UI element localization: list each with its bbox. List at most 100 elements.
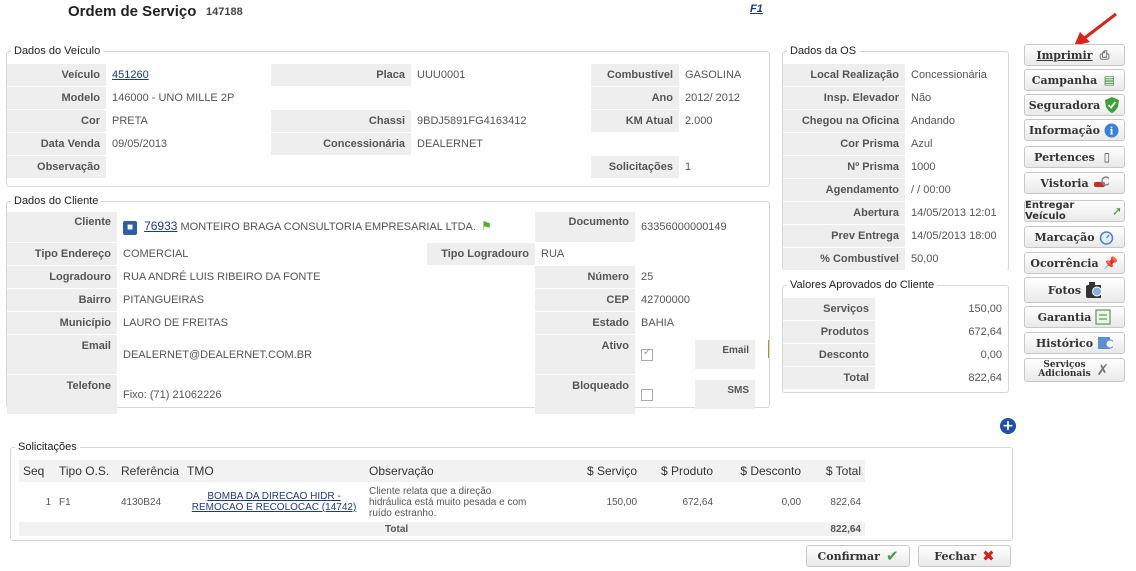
cell-tipo: F1: [59, 496, 71, 508]
value-cep: 42700000: [635, 289, 769, 312]
requests-panel-legend: Solicitações: [15, 441, 80, 453]
os-table: Local Realização Concessionária Insp. Elev…: [783, 64, 1008, 271]
client-name: MONTEIRO BRAGA CONSULTORIA EMPRESARIAL L…: [180, 221, 476, 234]
label-cliente: Cliente: [7, 212, 117, 243]
os-value: 1000: [905, 156, 1008, 179]
col-servico: $ Serviço: [565, 460, 642, 482]
marking-button[interactable]: Marcação: [1024, 226, 1125, 248]
insurer-button[interactable]: Seguradora: [1024, 94, 1125, 116]
shield-icon: [1104, 97, 1120, 113]
contact-card-icon[interactable]: ■: [123, 220, 137, 235]
pushpin-icon: 📌: [1103, 256, 1119, 270]
value-placa: UUU0001: [411, 64, 591, 87]
cell-produto: 672,64: [682, 496, 714, 508]
os-label: Abertura: [783, 202, 905, 225]
photos-button[interactable]: Fotos: [1024, 277, 1125, 303]
requests-header-row: Seq Tipo O.S. Referência TMO Observação …: [19, 460, 865, 482]
label-veiculo: Veículo: [7, 64, 106, 87]
val-value: 150,00: [875, 298, 1008, 321]
value-estado: BAHIA: [635, 312, 769, 335]
os-row: Chegou na Oficina Andando: [783, 110, 1008, 133]
additional-services-button[interactable]: Serviços Adicionais ✗: [1024, 358, 1125, 382]
camera-icon: [1085, 282, 1102, 298]
bloqueado-checkbox[interactable]: [641, 388, 654, 401]
os-label: Chegou na Oficina: [783, 110, 905, 133]
certificate-icon: [1095, 309, 1111, 325]
campaign-button[interactable]: Campanha ▤: [1024, 69, 1125, 91]
os-row: Abertura 14/05/2013 12:01: [783, 202, 1008, 225]
tmo-link[interactable]: BOMBA DA DIRECAO HIDR - REMOCAO E RECOLOC…: [192, 491, 357, 513]
value-tipo-logradouro: RUA: [535, 243, 769, 266]
value-bairro: PITANGUEIRAS: [117, 289, 536, 312]
os-label: Nº Prisma: [783, 156, 905, 179]
col-seq: Seq: [19, 460, 55, 482]
os-value: Não: [905, 87, 1008, 110]
val-row: Produtos 672,64: [783, 321, 1008, 344]
val-value: 0,00: [875, 344, 1008, 367]
belongings-button[interactable]: Pertences ▯: [1024, 146, 1125, 168]
label-observacao: Observação: [7, 156, 106, 179]
email-envelope-icon[interactable]: ✉: [768, 340, 769, 358]
occurrence-button[interactable]: Ocorrência 📌: [1024, 252, 1125, 274]
inspection-button[interactable]: Vistoria: [1024, 172, 1125, 194]
value-telefone: Fixo: (71) 21062226: [117, 375, 536, 415]
os-label: % Combustível: [783, 248, 905, 271]
col-produto: $ Produto: [641, 460, 718, 482]
table-row[interactable]: 1 F1 4130B24 BOMBA DA DIRECAO HIDR - REMO…: [19, 482, 865, 522]
val-label: Produtos: [783, 321, 875, 344]
col-tipo-os: Tipo O.S.: [55, 460, 117, 482]
label-solicitacoes: Solicitações: [591, 156, 679, 179]
warranty-button[interactable]: Garantia: [1024, 306, 1125, 328]
value-tipo-endereco: COMERCIAL: [117, 243, 427, 266]
label-tipo-logradouro: Tipo Logradouro: [427, 243, 536, 266]
history-button[interactable]: Histórico: [1024, 332, 1125, 354]
value-ano: 2012/ 2012: [679, 87, 769, 110]
printer-icon: ⎙: [1099, 47, 1110, 62]
ativo-checkbox[interactable]: [641, 347, 654, 361]
approved-values-panel: Valores Aprovados do Cliente Serviços 150…: [782, 279, 1009, 393]
label-estado: Estado: [535, 312, 636, 335]
label-cor: Cor: [7, 110, 106, 133]
val-label: Serviços: [783, 298, 875, 321]
info-icon: i: [1104, 122, 1120, 138]
vehicle-table: Veículo 451260 Placa UUU0001 Combustível…: [7, 64, 769, 179]
os-label: Agendamento: [783, 179, 905, 202]
add-icon[interactable]: +: [1000, 418, 1016, 434]
close-button[interactable]: Fechar ✖: [918, 545, 1011, 567]
label-km: KM Atual: [591, 110, 679, 133]
total-value: 822,64: [830, 523, 861, 535]
col-observacao: Observação: [365, 460, 566, 482]
flag-icon[interactable]: ⚑: [481, 219, 492, 233]
page-title: Ordem de Serviço: [68, 3, 197, 20]
os-row: % Combustível 50,00: [783, 248, 1008, 271]
print-button[interactable]: Imprimir ⎙: [1024, 44, 1125, 66]
client-panel: Dados do Cliente Cliente ■ 76933 MONTEIR…: [6, 195, 770, 415]
os-row: Insp. Elevador Não: [783, 87, 1008, 110]
os-value: 50,00: [905, 248, 1008, 271]
os-value: Andando: [905, 110, 1008, 133]
deliver-vehicle-button[interactable]: Entregar Veículo ➚: [1024, 200, 1125, 222]
client-code-link[interactable]: 76933: [144, 219, 177, 233]
information-button[interactable]: Informação i: [1024, 119, 1125, 141]
stopwatch-icon: [1099, 229, 1115, 245]
label-tipo-endereco: Tipo Endereço: [7, 243, 117, 266]
confirm-button[interactable]: Confirmar ✔: [806, 545, 910, 567]
os-label: Cor Prisma: [783, 133, 905, 156]
vehicle-link[interactable]: 451260: [112, 69, 149, 81]
os-number: 147188: [206, 6, 243, 18]
label-data-venda: Data Venda: [7, 133, 106, 156]
os-row: Nº Prisma 1000: [783, 156, 1008, 179]
checkmark-icon: ✔: [885, 547, 899, 565]
label-bloqueado: Bloqueado: [535, 375, 636, 415]
close-icon: ✖: [982, 547, 995, 565]
help-link[interactable]: F1: [750, 3, 763, 15]
requests-panel: Solicitações Seq Tipo O.S. Referência TM…: [10, 441, 1013, 541]
val-row: Total 822,64: [783, 367, 1008, 390]
os-label: Local Realização: [783, 64, 905, 87]
val-row: Desconto 0,00: [783, 344, 1008, 367]
phone-icon: ▯: [1103, 150, 1111, 164]
os-row: Agendamento / / 00:00: [783, 179, 1008, 202]
os-panel: Dados da OS Local Realização Concessionár…: [782, 45, 1009, 271]
label-bairro: Bairro: [7, 289, 117, 312]
os-value: 14/05/2013 12:01: [905, 202, 1008, 225]
